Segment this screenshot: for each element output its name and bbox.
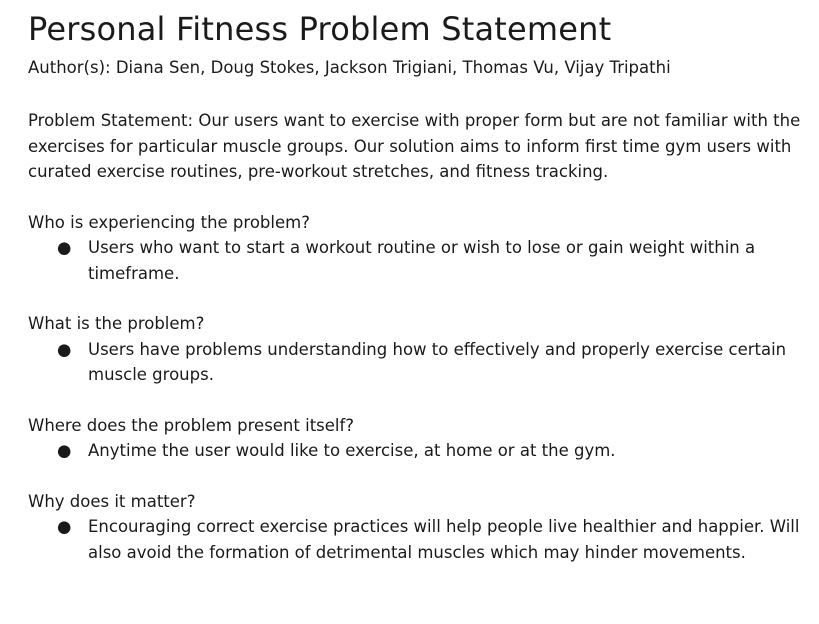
section-why: Why does it matter? ● Encouraging correc…: [28, 489, 808, 566]
answer-text: Encouraging correct exercise practices w…: [88, 517, 800, 562]
answer-text: Users have problems understanding how to…: [88, 339, 787, 385]
list-item: ● Users have problems understanding how …: [28, 337, 808, 388]
section-question: Why does it matter?: [28, 491, 196, 511]
document: Personal Fitness Problem Statement Autho…: [28, 8, 808, 565]
problem-statement-paragraph: Problem Statement: Our users want to exe…: [28, 111, 801, 181]
section-who: Who is experiencing the problem? ● Users…: [28, 210, 808, 287]
bullet-icon: ●: [57, 517, 72, 536]
list-item: ● Anytime the user would like to exercis…: [28, 438, 808, 464]
answer-list: ● Users have problems understanding how …: [28, 337, 808, 388]
answer-text: Users who want to start a workout routin…: [88, 238, 756, 283]
bullet-icon: ●: [57, 441, 72, 460]
authors-line: Author(s): Diana Sen, Doug Stokes, Jacks…: [28, 58, 671, 77]
section-question: Where does the problem present itself?: [28, 415, 355, 435]
page-title: Personal Fitness Problem Statement: [28, 10, 612, 48]
section-question: What is the problem?: [28, 314, 205, 333]
bullet-icon: ●: [57, 339, 72, 359]
bullet-icon: ●: [57, 238, 72, 257]
answer-list: ● Users who want to start a workout rout…: [28, 235, 808, 286]
answer-list: ● Anytime the user would like to exercis…: [28, 438, 808, 464]
answer-list: ● Encouraging correct exercise practices…: [28, 514, 808, 565]
list-item: ● Encouraging correct exercise practices…: [28, 514, 808, 565]
section-what: What is the problem? ● Users have proble…: [28, 311, 808, 388]
section-question: Who is experiencing the problem?: [28, 212, 310, 232]
answer-text: Anytime the user would like to exercise,…: [88, 441, 616, 460]
list-item: ● Users who want to start a workout rout…: [28, 235, 808, 286]
section-where: Where does the problem present itself? ●…: [28, 413, 808, 464]
